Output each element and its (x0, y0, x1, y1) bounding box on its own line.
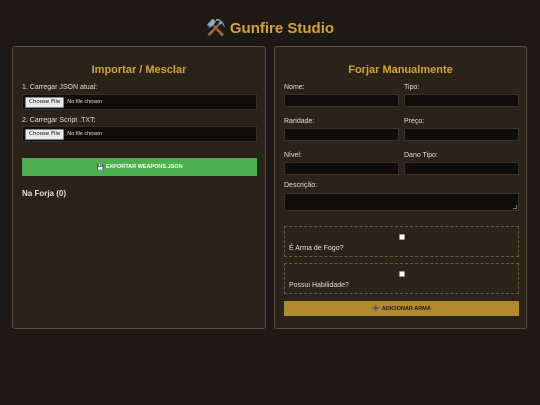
forge-panel-title: Forjar Manualmente (348, 64, 453, 76)
ability-checkbox[interactable] (399, 271, 405, 277)
add-weapon-button[interactable]: ➕ ADICIONAR ARMA (284, 301, 519, 316)
json-file-status: No file chosen (67, 99, 103, 105)
txt-file-input[interactable]: Choose File No file chosen (22, 126, 257, 142)
export-button-label: EXPORTAR WEAPONS.JSON (105, 164, 183, 170)
nivel-input[interactable] (284, 162, 399, 175)
export-weapons-button[interactable]: 💾 EXPORTAR WEAPONS.JSON (22, 158, 257, 176)
add-button-label: ADICIONAR ARMA (381, 305, 431, 312)
forge-panel: Forjar Manualmente Nome: Tipo: Raridade:… (274, 46, 527, 329)
txt-upload-label: 2. Carregar Script .TXT: (22, 117, 96, 124)
import-panel-title: Importar / Mesclar (91, 64, 187, 76)
app-title-text: Gunfire Studio (229, 19, 335, 37)
json-upload-label: 1. Carregar JSON atual: (22, 84, 98, 91)
tipo-input[interactable] (404, 94, 519, 107)
hammer-pick-icon: ⚒️ (205, 20, 226, 37)
firearm-checkbox-label: É Arma de Fogo? (289, 245, 344, 252)
descricao-textarea[interactable] (284, 193, 519, 211)
preco-label: Preço: (404, 118, 425, 125)
ability-checkbox-label: Possui Habilidade? (289, 282, 349, 289)
plus-icon: ➕ (372, 306, 380, 312)
nivel-label: Nível: (284, 152, 302, 159)
dano-tipo-input[interactable] (404, 162, 519, 175)
raridade-label: Raridade: (284, 118, 315, 125)
nome-label: Nome: (284, 84, 305, 91)
tipo-label: Tipo: (404, 84, 420, 91)
firearm-checkbox[interactable] (399, 234, 405, 240)
json-file-input[interactable]: Choose File No file chosen (22, 94, 257, 110)
nome-input[interactable] (284, 94, 399, 107)
descricao-label: Descrição: (284, 182, 318, 189)
app-title: ⚒️ Gunfire Studio (0, 18, 540, 38)
ability-option: Possui Habilidade? (284, 263, 519, 294)
forge-list-heading: Na Forja (0) (22, 189, 67, 198)
txt-file-status: No file chosen (67, 131, 103, 137)
firearm-option: É Arma de Fogo? (284, 226, 519, 257)
floppy-disk-icon: 💾 (96, 164, 104, 171)
dano-tipo-label: Dano Tipo: (404, 152, 438, 159)
json-choose-file-button[interactable]: Choose File (25, 96, 65, 108)
resize-grip-icon[interactable] (513, 205, 517, 209)
txt-choose-file-button[interactable]: Choose File (25, 128, 65, 140)
import-panel: Importar / Mesclar 1. Carregar JSON atua… (12, 46, 266, 329)
raridade-input[interactable] (284, 128, 399, 141)
preco-input[interactable] (404, 128, 519, 141)
